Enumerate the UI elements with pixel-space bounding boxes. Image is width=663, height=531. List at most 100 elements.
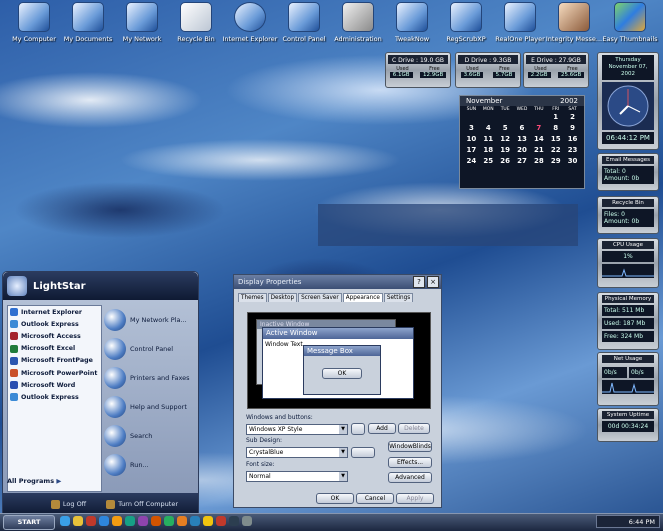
- close-button[interactable]: ×: [427, 276, 439, 288]
- calendar-day[interactable]: 29: [547, 157, 564, 165]
- calendar-day[interactable]: 28: [530, 157, 547, 165]
- calendar-day[interactable]: 27: [514, 157, 531, 165]
- calendar-day[interactable]: 30: [564, 157, 581, 165]
- calendar-day[interactable]: 20: [514, 146, 531, 154]
- windows-buttons-select[interactable]: Windows XP Style ▼: [246, 424, 348, 435]
- calendar-day[interactable]: 16: [564, 135, 581, 143]
- desktop-icon-recycle-bin[interactable]: Recycle Bin: [166, 2, 226, 43]
- calendar-day[interactable]: [480, 113, 497, 121]
- effects-button[interactable]: Effects...: [388, 457, 432, 468]
- quick-launch-icon[interactable]: [138, 516, 148, 526]
- calendar-day[interactable]: 24: [463, 157, 480, 165]
- calendar-day[interactable]: [514, 113, 531, 121]
- calendar-day[interactable]: 15: [547, 135, 564, 143]
- color-swatch-button[interactable]: [351, 447, 375, 458]
- program-item[interactable]: Internet Explorer: [8, 306, 101, 318]
- place-item[interactable]: Search: [104, 421, 196, 450]
- quick-launch-icon[interactable]: [151, 516, 161, 526]
- program-item[interactable]: Microsoft Access: [8, 330, 101, 342]
- calendar-day[interactable]: 2: [564, 113, 581, 121]
- preview-small-icon-button[interactable]: [351, 423, 365, 435]
- calendar-day[interactable]: 14: [530, 135, 547, 143]
- help-button[interactable]: ?: [413, 276, 425, 288]
- program-item[interactable]: Microsoft FrontPage: [8, 355, 101, 367]
- calendar-day[interactable]: 12: [497, 135, 514, 143]
- program-item[interactable]: Microsoft Word: [8, 379, 101, 391]
- system-tray-clock[interactable]: 6:44 PM: [596, 515, 660, 528]
- quick-launch-icon[interactable]: [190, 516, 200, 526]
- desktop-icon-tweaknow[interactable]: TweakNow: [382, 2, 442, 43]
- all-programs-button[interactable]: All Programs ▶: [7, 477, 61, 485]
- quick-launch-icon[interactable]: [229, 516, 239, 526]
- ok-button[interactable]: OK: [316, 493, 354, 504]
- calendar-day[interactable]: 26: [497, 157, 514, 165]
- desktop-icon-regscrubxp[interactable]: RegScrubXP: [436, 2, 496, 43]
- calendar-day[interactable]: [497, 113, 514, 121]
- calendar-day[interactable]: 5: [497, 124, 514, 132]
- calendar-day[interactable]: 9: [564, 124, 581, 132]
- desktop-icon-control-panel[interactable]: Control Panel: [274, 2, 334, 43]
- desktop-icon-my-computer[interactable]: My Computer: [4, 2, 64, 43]
- program-item[interactable]: Microsoft Excel: [8, 343, 101, 355]
- sub-design-select[interactable]: CrystalBlue ▼: [246, 447, 348, 458]
- calendar-day[interactable]: 8: [547, 124, 564, 132]
- desktop-icon-my-network[interactable]: My Network: [112, 2, 172, 43]
- dialog-tab[interactable]: Desktop: [267, 293, 298, 302]
- place-item[interactable]: My Network Pla...: [104, 305, 196, 334]
- calendar-day[interactable]: 25: [480, 157, 497, 165]
- program-item[interactable]: Outlook Express: [8, 318, 101, 330]
- quick-launch-icon[interactable]: [86, 516, 96, 526]
- quick-launch-icon[interactable]: [60, 516, 70, 526]
- calendar-day[interactable]: 19: [497, 146, 514, 154]
- quick-launch-icon[interactable]: [203, 516, 213, 526]
- preview-ok-button[interactable]: OK: [322, 368, 362, 379]
- quick-launch-icon[interactable]: [99, 516, 109, 526]
- calendar-day[interactable]: 22: [547, 146, 564, 154]
- calendar-day[interactable]: 11: [480, 135, 497, 143]
- calendar-day[interactable]: 6: [514, 124, 531, 132]
- windowblinds-button[interactable]: WindowBlinds: [388, 441, 432, 452]
- dialog-tab[interactable]: Settings: [383, 293, 414, 302]
- advanced-button[interactable]: Advanced: [388, 472, 432, 483]
- program-item[interactable]: Outlook Express: [8, 391, 101, 403]
- calendar-day[interactable]: 13: [514, 135, 531, 143]
- quick-launch-icon[interactable]: [242, 516, 252, 526]
- quick-launch-icon[interactable]: [112, 516, 122, 526]
- font-size-select[interactable]: Normal ▼: [246, 471, 348, 482]
- dialog-tab[interactable]: Themes: [238, 293, 267, 302]
- calendar-day[interactable]: 10: [463, 135, 480, 143]
- cancel-button[interactable]: Cancel: [356, 493, 394, 504]
- quick-launch-icon[interactable]: [177, 516, 187, 526]
- calendar-day[interactable]: 1: [547, 113, 564, 121]
- place-item[interactable]: Printers and Faxes: [104, 363, 196, 392]
- calendar-day[interactable]: 17: [463, 146, 480, 154]
- place-item[interactable]: Help and Support: [104, 392, 196, 421]
- apply-button[interactable]: Apply: [396, 493, 434, 504]
- place-item[interactable]: Run...: [104, 450, 196, 479]
- desktop-icon-realone-player[interactable]: RealOne Player: [490, 2, 550, 43]
- calendar-day[interactable]: 18: [480, 146, 497, 154]
- turn-off-button[interactable]: Turn Off Computer: [106, 499, 188, 509]
- calendar-day[interactable]: [463, 113, 480, 121]
- desktop-icon-administration[interactable]: Administration: [328, 2, 388, 43]
- calendar-day[interactable]: 21: [530, 146, 547, 154]
- quick-launch-icon[interactable]: [216, 516, 226, 526]
- calendar-day[interactable]: 23: [564, 146, 581, 154]
- calendar-day[interactable]: 3: [463, 124, 480, 132]
- delete-button[interactable]: Delete: [398, 423, 430, 434]
- desktop-icon-my-documents[interactable]: My Documents: [58, 2, 118, 43]
- program-item[interactable]: Microsoft PowerPoint: [8, 367, 101, 379]
- start-button[interactable]: START: [3, 515, 55, 530]
- calendar-day[interactable]: 7: [530, 124, 547, 132]
- place-item[interactable]: Control Panel: [104, 334, 196, 363]
- calendar-day[interactable]: 4: [480, 124, 497, 132]
- quick-launch-icon[interactable]: [164, 516, 174, 526]
- desktop-icon-integrity-messenger[interactable]: Integrity Messe...: [544, 2, 604, 43]
- dialog-tab[interactable]: Screen Saver: [298, 293, 342, 302]
- quick-launch-icon[interactable]: [73, 516, 83, 526]
- quick-launch-icon[interactable]: [125, 516, 135, 526]
- dialog-tab[interactable]: Appearance: [342, 293, 383, 302]
- calendar-day[interactable]: [530, 113, 547, 121]
- add-button[interactable]: Add: [368, 423, 396, 434]
- log-off-button[interactable]: Log Off: [50, 499, 96, 509]
